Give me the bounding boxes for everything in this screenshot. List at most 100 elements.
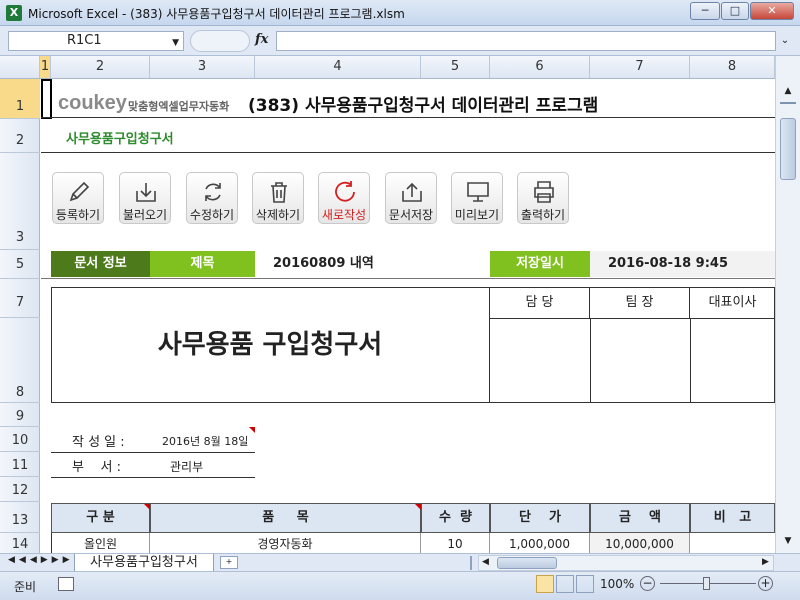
table-cell[interactable]: 올인원 — [51, 533, 150, 553]
row-header[interactable]: 2 — [0, 119, 40, 153]
row-header[interactable]: 1 — [0, 79, 40, 119]
divider — [51, 452, 255, 453]
print-label[interactable]: 출력하기 — [508, 206, 578, 223]
normal-view-icon[interactable] — [536, 575, 554, 593]
scroll-right-icon[interactable]: ▶ — [762, 557, 769, 567]
divider — [690, 319, 691, 403]
formula-controls — [190, 30, 250, 52]
row-header[interactable]: 8 — [0, 318, 40, 403]
form-heading: 사무용품 구입청구서 — [51, 287, 490, 403]
divider — [51, 477, 255, 478]
column-header[interactable]: 2 — [51, 56, 150, 78]
status-mode: 준비 — [14, 580, 37, 594]
column-header-bar: 1 2 3 4 5 6 7 8 — [0, 56, 775, 79]
table-cell[interactable]: 1,000,000 — [490, 533, 590, 553]
column-header[interactable]: 5 — [421, 56, 490, 78]
dept-label: 부 서 : — [72, 460, 121, 475]
table-cell[interactable]: 경영자동화 — [150, 533, 421, 553]
approval-team-lead: 팀 장 — [590, 287, 690, 319]
page-layout-view-icon[interactable] — [556, 575, 574, 593]
tab-split-handle[interactable] — [470, 556, 474, 570]
scroll-thumb[interactable] — [780, 118, 796, 180]
insert-function-icon[interactable]: fx — [255, 32, 268, 47]
date-label: 작 성 일 : — [72, 435, 125, 450]
new-circle-icon — [335, 181, 355, 202]
minimize-button[interactable]: ─ — [690, 2, 720, 20]
column-header[interactable]: 3 — [150, 56, 255, 78]
sheet-nav-icon[interactable]: ◀◀◀▶▶▶ — [8, 555, 74, 565]
zoom-level[interactable]: 100% — [600, 577, 634, 591]
name-box-dropdown-icon[interactable]: ▼ — [172, 34, 179, 52]
comment-marker — [249, 427, 255, 433]
active-cell[interactable] — [41, 79, 52, 119]
formula-input[interactable] — [276, 31, 776, 51]
h-scroll-thumb[interactable] — [497, 557, 557, 569]
title-field-value[interactable]: 20160809 내역 — [255, 251, 490, 277]
preview-label[interactable]: 미리보기 — [442, 206, 512, 223]
row-header[interactable]: 14 — [0, 533, 40, 553]
divider — [590, 319, 591, 403]
approval-ceo: 대표이사 — [690, 287, 775, 319]
macro-record-icon[interactable] — [58, 577, 74, 591]
row-header[interactable]: 12 — [0, 477, 40, 502]
new-label[interactable]: 새로작성 — [309, 206, 379, 223]
column-header[interactable]: 4 — [255, 56, 421, 78]
table-header-amount: 금 액 — [590, 503, 690, 533]
name-box-value: R1C1 — [67, 33, 102, 48]
split-handle[interactable] — [780, 102, 796, 114]
column-header[interactable]: 7 — [590, 56, 690, 78]
name-box[interactable]: R1C1 ▼ — [8, 31, 184, 51]
sheet-tab-active[interactable]: 사무용품구입청구서 — [74, 554, 214, 572]
saved-at-value: 2016-08-18 9:45 — [590, 251, 775, 277]
row-header[interactable]: 13 — [0, 502, 40, 533]
select-all-corner[interactable] — [0, 56, 40, 78]
scroll-down-icon[interactable]: ▼ — [780, 536, 796, 550]
row-header[interactable]: 11 — [0, 452, 40, 477]
zoom-slider-thumb[interactable] — [703, 577, 710, 590]
window-title: Microsoft Excel - (383) 사무용품구입청구서 데이터관리 … — [28, 7, 405, 21]
expand-formula-icon[interactable]: ⌄ — [778, 31, 792, 51]
column-header[interactable]: 6 — [490, 56, 590, 78]
zoom-in-icon[interactable]: + — [758, 576, 773, 591]
zoom-out-icon[interactable]: − — [640, 576, 655, 591]
table-cell[interactable]: 10 — [421, 533, 490, 553]
scroll-up-icon[interactable]: ▲ — [780, 86, 796, 100]
brand-tagline: 맞춤형엑셀업무자동화 — [128, 100, 230, 113]
register-label[interactable]: 등록하기 — [43, 206, 113, 223]
scroll-left-icon[interactable]: ◀ — [482, 557, 489, 567]
page-break-view-icon[interactable] — [576, 575, 594, 593]
divider — [41, 152, 775, 153]
download-tray-icon — [136, 183, 156, 202]
table-cell[interactable] — [690, 533, 775, 553]
table-header-note: 비 고 — [690, 503, 775, 533]
row-header[interactable]: 3 — [0, 153, 40, 250]
table-cell: 10,000,000 — [590, 533, 690, 553]
column-header[interactable]: 1 — [40, 56, 51, 78]
pencil-icon — [69, 181, 90, 202]
edit-label[interactable]: 수정하기 — [177, 206, 247, 223]
title-field-label: 제목 — [150, 251, 255, 277]
delete-label[interactable]: 삭제하기 — [243, 206, 313, 223]
horizontal-scrollbar[interactable]: ◀ ▶ — [478, 555, 774, 571]
saved-at-label: 저장일시 — [490, 251, 590, 277]
monitor-icon — [467, 182, 489, 202]
load-label[interactable]: 불러오기 — [110, 206, 180, 223]
date-value[interactable]: 2016년 8월 18일 — [162, 433, 248, 449]
dept-value[interactable]: 관리부 — [170, 458, 203, 475]
row-header[interactable]: 7 — [0, 279, 40, 318]
row-header[interactable]: 5 — [0, 250, 40, 279]
save-doc-label[interactable]: 문서저장 — [376, 206, 446, 223]
row-header[interactable]: 10 — [0, 427, 40, 452]
program-title: (383) 사무용품구입청구서 데이터관리 프로그램 — [248, 96, 599, 116]
row-header[interactable]: 9 — [0, 403, 40, 427]
vertical-scrollbar[interactable]: ▲ ▼ — [775, 56, 800, 553]
insert-sheet-icon[interactable]: + — [220, 556, 238, 569]
close-button[interactable]: ✕ — [750, 2, 794, 20]
column-header[interactable]: 8 — [690, 56, 775, 78]
printer-icon — [534, 181, 554, 203]
table-header-qty: 수 량 — [421, 503, 490, 533]
divider — [41, 117, 775, 118]
maximize-button[interactable]: □ — [721, 2, 749, 20]
trash-icon — [271, 182, 287, 203]
refresh-icon — [205, 183, 221, 201]
